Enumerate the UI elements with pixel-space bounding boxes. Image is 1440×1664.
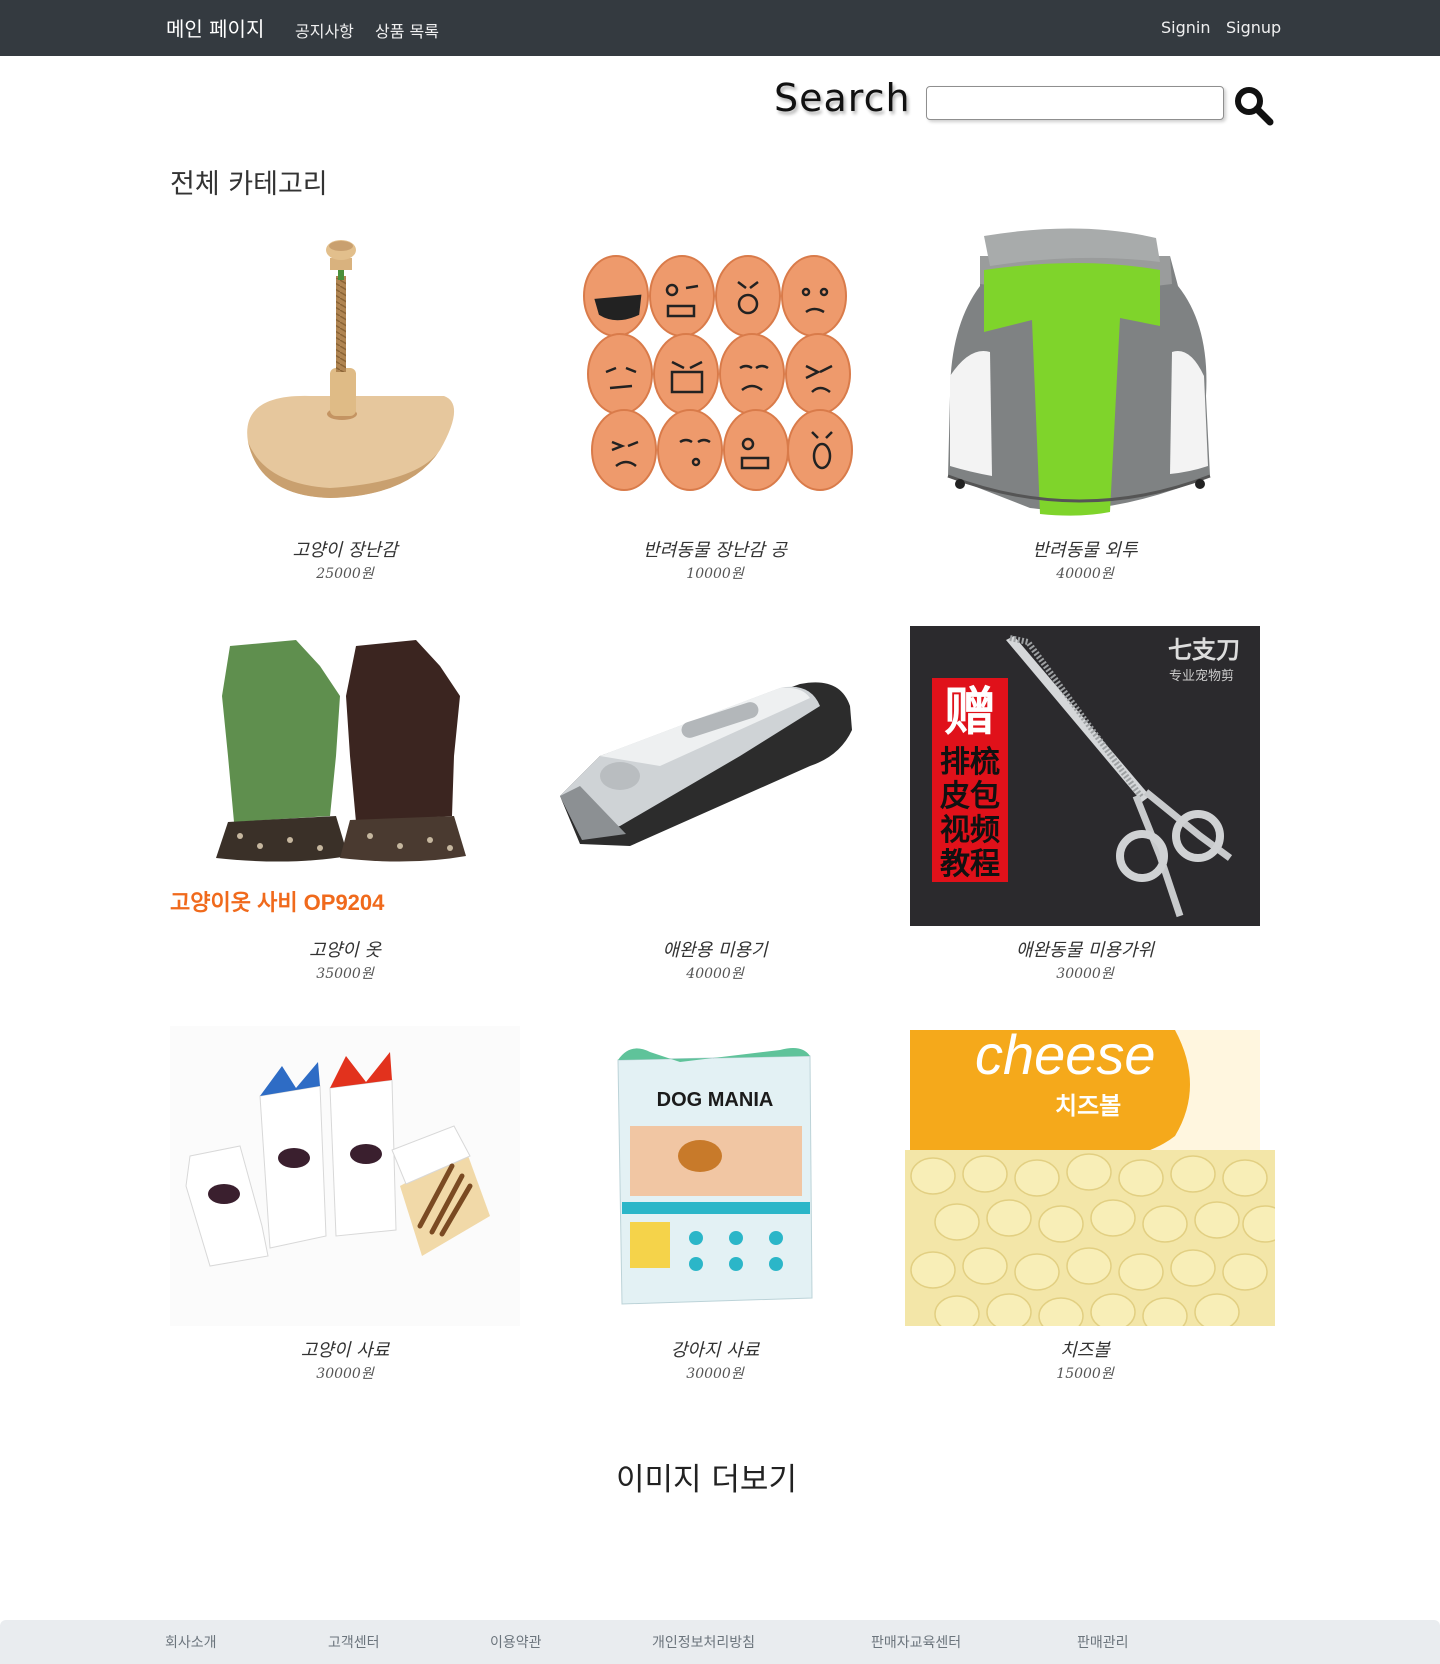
more-images-button[interactable]: 이미지 더보기 — [0, 1454, 1413, 1499]
product-image-pet-ball[interactable] — [540, 226, 890, 526]
product-price: 15000원 — [1056, 1366, 1114, 1382]
category-title: 전체 카테고리 — [170, 169, 328, 200]
scissors-gift-text-4: 教程 — [940, 847, 1000, 882]
cheese-ball-image-text: cheese — [975, 1026, 1156, 1086]
product-name[interactable]: 치즈볼 — [910, 1336, 1260, 1362]
product-name[interactable]: 애완용 미용기 — [540, 936, 890, 962]
product-image-cat-food[interactable] — [170, 1026, 520, 1326]
product-price: 10000원 — [686, 566, 744, 582]
product-name[interactable]: 고양이 사료 — [170, 1336, 520, 1362]
scissors-gift-text-2: 皮包 — [940, 779, 1000, 814]
footer-link-company[interactable]: 회사소개 — [165, 1632, 217, 1652]
product-name[interactable]: 반려동물 장난감 공 — [540, 536, 890, 562]
search-button[interactable] — [1232, 84, 1276, 128]
footer-link-customer-center[interactable]: 고객센터 — [328, 1632, 380, 1652]
footer-link-seller-education[interactable]: 판매자교육센터 — [871, 1632, 961, 1652]
footer-link-terms[interactable]: 이용약관 — [490, 1632, 542, 1652]
search-label: Search — [774, 76, 911, 120]
nav-link-notice[interactable]: 공지사항 — [295, 18, 354, 42]
nav-link-product-list[interactable]: 상품 목록 — [375, 18, 439, 42]
product-price: 40000원 — [1056, 566, 1114, 582]
scissors-gift-text-1: 排梳 — [940, 745, 1000, 780]
product-name[interactable]: 고양이 옷 — [170, 936, 520, 962]
product-price: 30000원 — [1056, 966, 1114, 982]
footer: 회사소개 고객센터 이용약관 개인정보처리방침 판매자교육센터 판매관리 — [0, 1620, 1440, 1664]
product-image-pet-jacket[interactable] — [910, 226, 1260, 526]
product-name[interactable]: 고양이 장난감 — [170, 536, 520, 562]
scissors-gift-text-3: 视频 — [940, 813, 1000, 848]
product-price: 30000원 — [686, 1366, 744, 1382]
product-image-cat-clothes[interactable]: 고양이옷 사비 OP9204 — [170, 626, 520, 926]
product-image-cheese-ball[interactable]: cheese 치즈볼 — [905, 1026, 1275, 1326]
navbar: 메인 페이지 공지사항 상품 목록 Signin Signup — [0, 0, 1440, 56]
scissors-brand-text: 七支刀 — [1168, 636, 1240, 664]
footer-link-sales-management[interactable]: 판매관리 — [1077, 1632, 1129, 1652]
product-price: 35000원 — [316, 966, 374, 982]
footer-link-privacy[interactable]: 개인정보처리방침 — [652, 1632, 755, 1652]
product-price: 30000원 — [316, 1366, 374, 1382]
scissors-gift-text-0: 赠 — [944, 683, 996, 743]
product-image-dog-food[interactable]: DOG MANIA — [540, 1026, 890, 1326]
product-name[interactable]: 애완동물 미용가위 — [910, 936, 1260, 962]
product-name[interactable]: 강아지 사료 — [540, 1336, 890, 1362]
cheese-ball-image-sub-text: 치즈볼 — [1055, 1092, 1121, 1120]
product-image-pet-clipper[interactable] — [540, 626, 890, 926]
product-price: 40000원 — [686, 966, 744, 982]
nav-brand-main-page[interactable]: 메인 페이지 — [166, 13, 264, 42]
product-price: 25000원 — [316, 566, 374, 582]
product-image-pet-scissors[interactable]: 七支刀 专业宠物剪 赠 排梳 皮包 视频 教程 — [910, 626, 1260, 926]
cat-clothes-image-text: 고양이옷 사비 OP9204 — [170, 890, 385, 915]
search-icon — [1235, 87, 1274, 126]
product-name[interactable]: 반려동물 외투 — [910, 536, 1260, 562]
search-input[interactable] — [926, 86, 1224, 120]
product-image-cat-toy[interactable] — [170, 226, 520, 526]
scissors-sub-text: 专业宠物剪 — [1169, 668, 1234, 684]
nav-link-signup[interactable]: Signup — [1226, 18, 1281, 37]
nav-link-signin[interactable]: Signin — [1161, 18, 1210, 37]
dog-food-brand-text: DOG MANIA — [657, 1089, 774, 1111]
